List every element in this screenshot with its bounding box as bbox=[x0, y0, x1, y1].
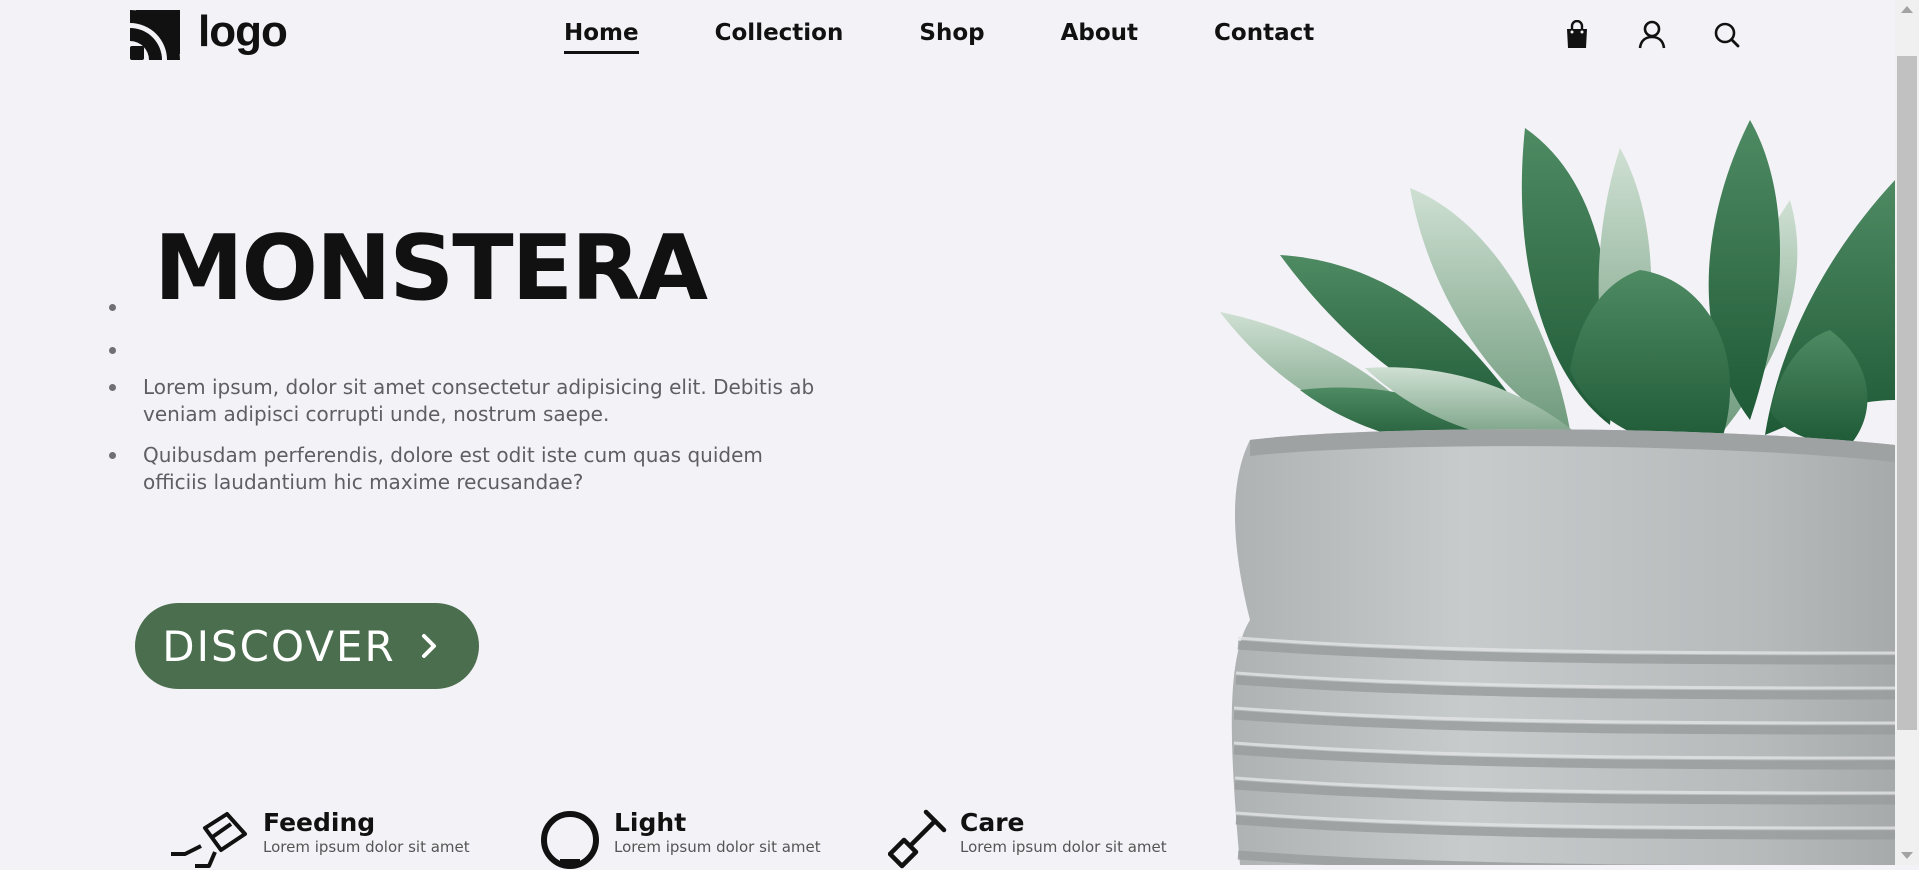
shovel-icon bbox=[888, 809, 947, 869]
discover-button-label: DISCOVER bbox=[162, 621, 396, 671]
feature-light-text: Lorem ipsum dolor sit amet bbox=[614, 838, 821, 856]
hero-paragraph-2: Quibusdam perferendis, dolore est odit i… bbox=[109, 442, 823, 510]
feature-light-title: Light bbox=[614, 808, 687, 837]
feature-feeding-title: Feeding bbox=[263, 808, 376, 837]
logo-text: logo bbox=[198, 7, 288, 56]
shopping-bag-icon[interactable] bbox=[1560, 18, 1594, 52]
nav-shop-link[interactable]: Shop bbox=[919, 20, 984, 54]
scrollbar-thumb[interactable] bbox=[1897, 56, 1917, 730]
discover-button[interactable]: DISCOVER bbox=[135, 603, 479, 689]
main-navigation: Home Collection Shop About Contact bbox=[564, 20, 1390, 54]
scroll-up-arrow-icon[interactable] bbox=[1901, 6, 1913, 13]
feature-feeding: Feeding Lorem ipsum dolor sit amet bbox=[165, 808, 470, 870]
chevron-right-icon bbox=[421, 634, 436, 658]
hero-paragraph-1: Lorem ipsum, dolor sit amet consectetur … bbox=[109, 374, 823, 442]
watering-can-icon bbox=[171, 812, 247, 868]
nav-home-link[interactable]: Home bbox=[564, 20, 639, 54]
user-icon[interactable] bbox=[1635, 18, 1669, 52]
scroll-down-arrow-icon[interactable] bbox=[1901, 852, 1913, 859]
hero-title: MONSTERA bbox=[109, 224, 823, 328]
succulent-plant-image bbox=[1220, 120, 1895, 865]
hero-list: MONSTERA Lorem ipsum, dolor sit amet con… bbox=[95, 224, 823, 510]
feature-light: Light Lorem ipsum dolor sit amet bbox=[538, 808, 821, 870]
hero-empty-item bbox=[109, 328, 823, 374]
page-scrollbar[interactable] bbox=[1895, 0, 1919, 865]
nav-contact-link[interactable]: Contact bbox=[1214, 20, 1314, 54]
lightbulb-icon bbox=[541, 811, 599, 869]
nav-collection-link[interactable]: Collection bbox=[715, 20, 844, 54]
site-logo[interactable]: logo bbox=[130, 7, 288, 62]
search-icon[interactable] bbox=[1710, 18, 1744, 52]
feature-feeding-text: Lorem ipsum dolor sit amet bbox=[263, 838, 470, 856]
logo-mark-icon bbox=[130, 10, 180, 60]
nav-about-link[interactable]: About bbox=[1061, 20, 1138, 54]
feature-care-text: Lorem ipsum dolor sit amet bbox=[960, 838, 1167, 856]
feature-care: Care Lorem ipsum dolor sit amet bbox=[888, 808, 1167, 870]
feature-care-title: Care bbox=[960, 808, 1025, 837]
